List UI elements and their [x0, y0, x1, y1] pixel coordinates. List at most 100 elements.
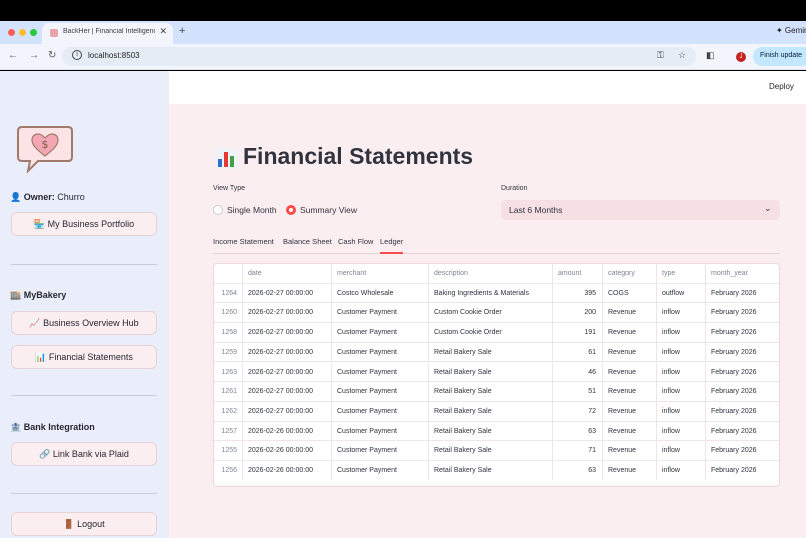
row-index[interactable]: 1263	[214, 362, 243, 382]
row-index[interactable]: 1257	[214, 421, 243, 441]
description-cell[interactable]: Retail Bakery Sale	[429, 421, 553, 441]
description-cell[interactable]: Custom Cookie Order	[429, 303, 553, 323]
column-header[interactable]: month_year	[706, 264, 779, 283]
column-header[interactable]: category	[603, 264, 657, 283]
table-row[interactable]: 1258 2026-02-27 00:00:00 Customer Payment C…	[214, 323, 779, 343]
month-year-cell[interactable]: February 2026	[706, 323, 779, 342]
merchant-cell[interactable]: Customer Payment	[332, 382, 429, 401]
row-index[interactable]: 1262	[214, 401, 243, 421]
type-cell[interactable]: inflow	[657, 421, 706, 441]
address-bar[interactable]	[62, 47, 696, 66]
merchant-cell[interactable]: Customer Payment	[332, 461, 429, 480]
type-cell[interactable]: inflow	[657, 441, 706, 460]
table-row[interactable]: 1264 2026-02-27 00:00:00 Costco Wholesale B…	[214, 283, 779, 304]
column-header[interactable]: date	[243, 264, 332, 283]
category-cell[interactable]: Revenue	[603, 461, 657, 480]
radio-summary-view[interactable]	[286, 205, 296, 215]
type-cell[interactable]: inflow	[657, 461, 706, 480]
merchant-cell[interactable]: Customer Payment	[332, 401, 429, 421]
gemini-button[interactable]: ✦ Gemini	[776, 26, 806, 35]
deploy-button[interactable]: Deploy	[769, 82, 794, 91]
category-cell[interactable]: Revenue	[603, 421, 657, 441]
table-row[interactable]: 1263 2026-02-27 00:00:00 Customer Payment R…	[214, 362, 779, 383]
table-row[interactable]: 1257 2026-02-26 00:00:00 Customer Payment R…	[214, 421, 779, 442]
row-index[interactable]: 1259	[214, 342, 243, 362]
date-cell[interactable]: 2026-02-26 00:00:00	[243, 421, 332, 441]
type-cell[interactable]: inflow	[657, 382, 706, 401]
column-header[interactable]	[214, 264, 243, 283]
month-year-cell[interactable]: February 2026	[706, 461, 779, 480]
table-row[interactable]: 1262 2026-02-27 00:00:00 Customer Payment R…	[214, 401, 779, 422]
merchant-cell[interactable]: Customer Payment	[332, 303, 429, 323]
tab-balance-sheet[interactable]: Balance Sheet	[283, 237, 332, 246]
month-year-cell[interactable]: February 2026	[706, 284, 779, 303]
description-cell[interactable]: Retail Bakery Sale	[429, 461, 553, 480]
financial-statements-button[interactable]: 📊 Financial Statements	[11, 345, 157, 369]
type-cell[interactable]: inflow	[657, 342, 706, 362]
tab-income-statement[interactable]: Income Statement	[213, 237, 274, 246]
column-header[interactable]: description	[429, 264, 553, 283]
description-cell[interactable]: Custom Cookie Order	[429, 323, 553, 342]
category-cell[interactable]: Revenue	[603, 362, 657, 382]
category-cell[interactable]: Revenue	[603, 323, 657, 342]
date-cell[interactable]: 2026-02-27 00:00:00	[243, 283, 332, 303]
radio-single-month[interactable]	[213, 205, 223, 215]
merchant-cell[interactable]: Customer Payment	[332, 323, 429, 342]
month-year-cell[interactable]: February 2026	[706, 382, 779, 401]
description-cell[interactable]: Retail Bakery Sale	[429, 362, 553, 382]
profile-avatar[interactable]: J	[736, 52, 746, 62]
date-cell[interactable]: 2026-02-27 00:00:00	[243, 323, 332, 342]
column-header[interactable]: type	[657, 264, 706, 283]
description-cell[interactable]: Retail Bakery Sale	[429, 382, 553, 401]
chevron-down-icon[interactable]: ⌄	[764, 203, 772, 214]
type-cell[interactable]: inflow	[657, 362, 706, 382]
table-header-row[interactable]: date merchant description amount category typ…	[214, 264, 779, 284]
business-overview-hub-button[interactable]: 📈 Business Overview Hub	[11, 311, 157, 335]
table-row[interactable]: 1256 2026-02-26 00:00:00 Customer Payment R…	[214, 461, 779, 481]
category-cell[interactable]: Revenue	[603, 441, 657, 460]
merchant-cell[interactable]: Customer Payment	[332, 421, 429, 441]
row-index[interactable]: 1264	[214, 283, 243, 303]
row-index[interactable]: 1258	[214, 323, 243, 342]
amount-cell[interactable]: 63	[553, 461, 603, 480]
month-year-cell[interactable]: February 2026	[706, 441, 779, 460]
finish-update-button[interactable]: Finish update	[753, 47, 806, 66]
table-row[interactable]: 1261 2026-02-27 00:00:00 Customer Payment R…	[214, 382, 779, 402]
row-index[interactable]: 1255	[214, 441, 243, 460]
amount-cell[interactable]: 61	[553, 342, 603, 362]
ledger-table[interactable]: date merchant description amount category typ…	[213, 263, 780, 487]
amount-cell[interactable]: 191	[553, 323, 603, 342]
amount-cell[interactable]: 200	[553, 303, 603, 323]
merchant-cell[interactable]: Costco Wholesale	[332, 283, 429, 303]
amount-cell[interactable]: 395	[553, 283, 603, 303]
amount-cell[interactable]: 63	[553, 421, 603, 441]
password-key-icon[interactable]: ⚿	[657, 50, 664, 61]
table-row[interactable]: 1255 2026-02-26 00:00:00 Customer Payment R…	[214, 441, 779, 461]
date-cell[interactable]: 2026-02-27 00:00:00	[243, 303, 332, 323]
close-window-button[interactable]	[8, 29, 15, 36]
tab-cash-flow[interactable]: Cash Flow	[338, 237, 373, 246]
reload-icon[interactable]: ↻	[48, 50, 56, 61]
category-cell[interactable]: COGS	[603, 283, 657, 303]
browser-tab[interactable]: BackHer | Financial Intelligence ✕	[42, 23, 173, 44]
column-header[interactable]: amount	[553, 264, 603, 283]
month-year-cell[interactable]: February 2026	[706, 422, 779, 441]
merchant-cell[interactable]: Customer Payment	[332, 342, 429, 362]
category-cell[interactable]: Revenue	[603, 382, 657, 401]
description-cell[interactable]: Retail Bakery Sale	[429, 401, 553, 421]
type-cell[interactable]: inflow	[657, 323, 706, 342]
row-index[interactable]: 1260	[214, 303, 243, 323]
month-year-cell[interactable]: February 2026	[706, 343, 779, 362]
amount-cell[interactable]: 72	[553, 401, 603, 421]
description-cell[interactable]: Retail Bakery Sale	[429, 342, 553, 362]
category-cell[interactable]: Revenue	[603, 401, 657, 421]
merchant-cell[interactable]: Customer Payment	[332, 362, 429, 382]
radio-summary-view-label[interactable]: Summary View	[300, 205, 357, 215]
category-cell[interactable]: Revenue	[603, 342, 657, 362]
row-index[interactable]: 1261	[214, 382, 243, 401]
tab-ledger[interactable]: Ledger	[380, 237, 403, 246]
merchant-cell[interactable]: Customer Payment	[332, 441, 429, 460]
column-header[interactable]: merchant	[332, 264, 429, 283]
amount-cell[interactable]: 71	[553, 441, 603, 460]
side-panel-icon[interactable]: ◧	[706, 50, 715, 61]
